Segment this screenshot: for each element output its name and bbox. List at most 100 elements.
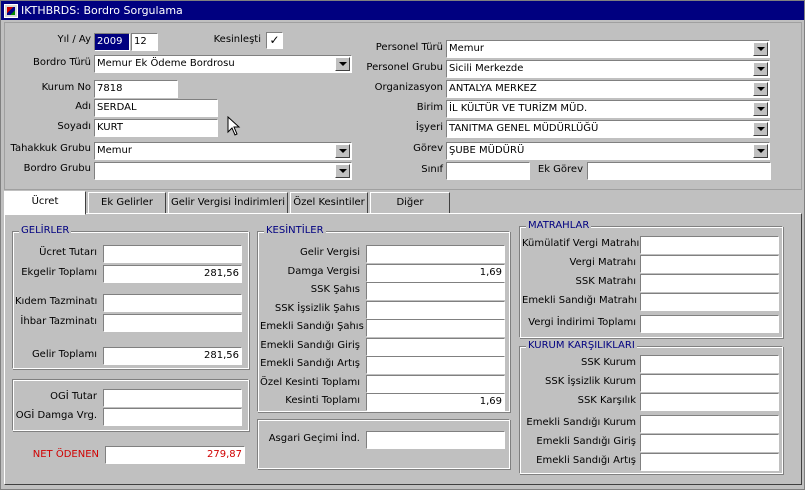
gelirler-group: GELİRLER Ücret Tutarı Ekgelir Toplamı 28… [12,225,249,369]
kurum-label-emekli-sandigi-artis: Emekli Sandığı Artış [536,455,636,466]
matrah-field-vergi-indirimi[interactable] [640,315,779,333]
kurum-label-ssk-kurum: SSK Kurum [580,357,636,368]
asgari-gecim-field[interactable] [366,431,505,449]
isyeri-select[interactable]: TANITMA GENEL MÜDÜRLÜĞÜ [446,120,770,138]
chevron-down-icon[interactable] [335,144,350,158]
soyadi-input[interactable]: KURT [94,119,218,137]
net-odenen-field[interactable]: 279,87 [105,446,245,464]
kesinti-field-damga-vergisi[interactable]: 1,69 [366,264,505,282]
kesinti-field-gelir-vergisi[interactable] [366,245,505,263]
month-input[interactable]: 12 [131,33,158,51]
ek-gorev-input[interactable] [587,162,771,180]
kidem-tazminati-label: Kıdem Tazminatı [15,296,98,307]
title-bar: IKTHBRDS: Bordro Sorgulama [1,1,804,20]
ekgelir-toplami-field[interactable]: 281,56 [103,265,242,283]
kesinti-field-emekli-sandigi-sahis[interactable] [366,319,505,337]
kurum-field-emekli-sandigi-kurum[interactable] [640,415,779,433]
isyeri-label: İşyeri [415,122,443,133]
personel-grubu-select[interactable]: Sicili Merkezde [446,60,770,78]
mouse-cursor-icon [227,116,241,136]
personel-turu-label: Personel Türü [375,42,443,53]
app-icon [4,3,18,18]
gorev-value: ŞUBE MÜDÜRÜ [449,145,525,156]
tab-ucret[interactable]: Ücret [4,191,86,215]
tab-ozel-kesintiler[interactable]: Özel Kesintiler [290,192,368,214]
tahakkuk-grubu-select[interactable]: Memur [94,142,352,160]
kesinti-field-ssk-sahis[interactable] [366,282,505,300]
chevron-down-icon[interactable] [335,164,350,178]
matrah-label-ssk: SSK Matrahı [575,276,636,287]
bordro-turu-select[interactable]: Memur Ek Ödeme Bordrosu [94,55,352,73]
chevron-down-icon[interactable] [753,62,768,76]
tab-ek-gelirler[interactable]: Ek Gelirler [88,192,166,214]
matrah-field-ssk[interactable] [640,274,779,292]
kesinti-field-emekli-sandigi-artis[interactable] [366,356,505,374]
personel-turu-select[interactable]: Memur [446,40,770,58]
tab-diger[interactable]: Diğer [370,192,450,214]
matrah-field-emekli-sandigi[interactable] [640,293,779,311]
kurum-no-input[interactable]: 7818 [94,80,178,98]
kurum-field-ssk-kurum[interactable] [640,355,779,373]
kesinti-label-ssk-issizlik-sahis: SSK İşsizlik Şahıs [274,303,360,314]
ucret-tutari-label: Ücret Tutarı [39,247,97,258]
birim-label: Birim [416,102,443,113]
kurum-label-emekli-sandigi-kurum: Emekli Sandığı Kurum [526,417,636,428]
organizasyon-select[interactable]: ANTALYA MERKEZ [446,80,770,98]
kurum-karsiliklari-group: KURUM KARŞILIKLARI SSK Kurum SSK İşsizli… [519,340,783,474]
gelir-toplami-field[interactable]: 281,56 [103,347,242,365]
bordro-grubu-select[interactable] [94,162,352,180]
ekgelir-toplami-label: Ekgelir Toplamı [21,267,97,278]
ogi-damga-label: OGİ Damga Vrg. [15,410,97,421]
chevron-down-icon[interactable] [753,42,768,56]
kesinti-label-ssk-sahis: SSK Şahıs [310,284,360,295]
adi-input[interactable]: SERDAL [94,99,218,117]
gorev-select[interactable]: ŞUBE MÜDÜRÜ [446,142,770,160]
bordro-turu-label: Bordro Türü [33,57,91,68]
gorev-label: Görev [413,143,443,154]
matrah-field-vergi[interactable] [640,255,779,273]
ogi-tutar-field[interactable] [103,389,242,407]
kurum-label-emekli-sandigi-giris: Emekli Sandığı Giriş [536,436,636,447]
kesinti-field-ozel-kesinti-toplami[interactable] [366,375,505,393]
chevron-down-icon[interactable] [753,82,768,96]
personel-turu-value: Memur [449,43,484,54]
kidem-tazminati-field[interactable] [103,294,242,312]
chevron-down-icon[interactable] [335,57,350,71]
kesinti-field-ssk-issizlik-sahis[interactable] [366,301,505,319]
birim-select[interactable]: İL KÜLTÜR VE TURİZM MÜD. [446,100,770,118]
personel-grubu-value: Sicili Merkezde [449,63,524,74]
kesinti-label-damga-vergisi: Damga Vergisi [287,266,361,277]
app-window: IKTHBRDS: Bordro Sorgulama Yıl / Ay 2009… [0,0,805,490]
bordro-grubu-label: Bordro Grubu [23,163,91,174]
ihbar-tazminati-label: İhbar Tazminatı [20,316,97,327]
chevron-down-icon[interactable] [753,122,768,136]
kesinti-field-kesinti-toplami[interactable]: 1,69 [366,393,505,411]
gelir-toplami-label: Gelir Toplamı [31,349,97,360]
ucret-tutari-field[interactable] [103,245,242,263]
kesinlesti-checkbox[interactable]: ✓ [266,32,283,49]
tab-gelir-vergisi-indirimleri[interactable]: Gelir Vergisi İndirimleri [168,192,288,214]
kurum-field-ssk-karsilik[interactable] [640,393,779,411]
chevron-down-icon[interactable] [753,102,768,116]
matrah-label-vergi: Vergi Matrahı [569,257,637,268]
kurum-field-emekli-sandigi-artis[interactable] [640,453,779,471]
kesinlesti-label: Kesinleşti [213,34,261,45]
ogi-damga-field[interactable] [103,408,242,426]
ihbar-tazminati-field[interactable] [103,314,242,332]
year-input[interactable]: 2009 [94,33,130,51]
tahakkuk-grubu-value: Memur [97,145,132,156]
kesintiler-title: KESİNTİLER [264,225,326,237]
kesinti-label-kesinti-toplami: Kesinti Toplamı [285,395,360,406]
kesinti-label-ozel-kesinti-toplami: Özel Kesinti Toplamı [260,377,360,388]
tahakkuk-grubu-label: Tahakkuk Grubu [10,143,91,154]
isyeri-value: TANITMA GENEL MÜDÜRLÜĞÜ [449,123,599,134]
kesinti-label-emekli-sandigi-artis: Emekli Sandığı Artış [260,358,360,369]
kurum-field-ssk-issizlik-kurum[interactable] [640,374,779,392]
matrah-field-kumulatif[interactable] [640,236,779,254]
kurum-field-emekli-sandigi-giris[interactable] [640,434,779,452]
asgari-gecim-group: Asgari Geçimi İnd. [257,419,510,469]
chevron-down-icon[interactable] [753,144,768,158]
kesinti-field-emekli-sandigi-giris[interactable] [366,338,505,356]
birim-value: İL KÜLTÜR VE TURİZM MÜD. [449,103,588,114]
sinif-input[interactable] [446,162,530,180]
